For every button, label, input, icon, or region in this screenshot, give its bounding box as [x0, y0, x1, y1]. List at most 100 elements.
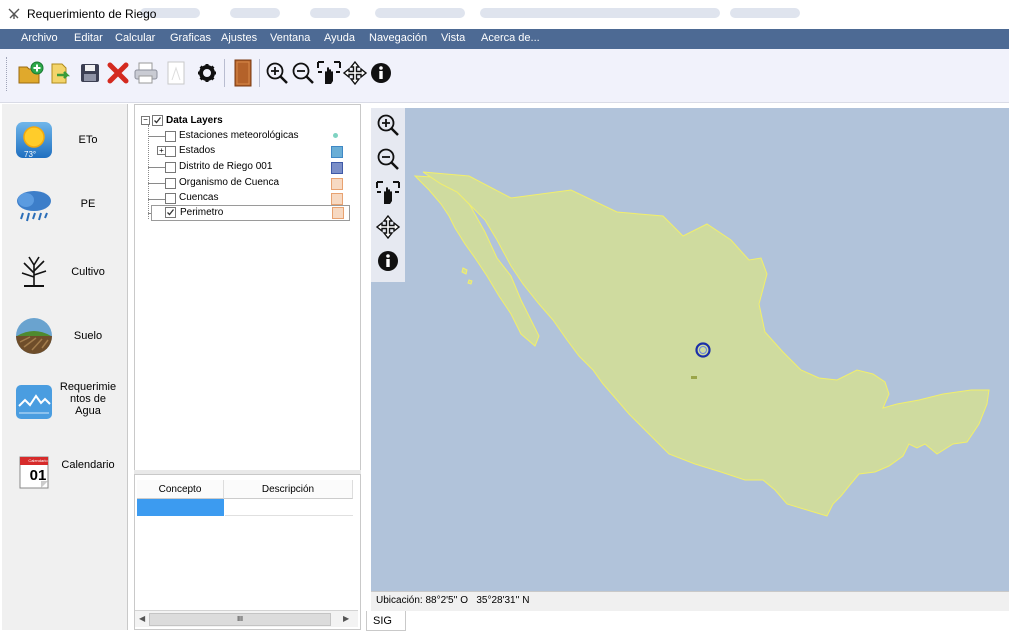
settings-icon[interactable] [193, 58, 221, 88]
sidebar-item-label: PE [80, 198, 96, 210]
open-folder-add-icon[interactable] [17, 58, 45, 88]
map-feature [691, 376, 697, 379]
toolbar-separator [259, 59, 260, 87]
layer-tree-panel: − Data Layers Estaciones meteorológicas … [134, 104, 361, 472]
map-land-island [461, 267, 473, 285]
layer-swatch [331, 146, 343, 158]
column-header-concepto[interactable]: Concepto [137, 480, 224, 499]
attribute-table: Concepto Descripción [134, 474, 361, 630]
toolbar [0, 49, 1009, 103]
layer-root-checkbox[interactable] [152, 115, 163, 126]
layer-checkbox[interactable] [165, 207, 176, 218]
layer-swatch [333, 133, 338, 138]
layer-swatch [331, 162, 343, 174]
layer-swatch [331, 193, 343, 205]
sidebar-item-label: Calendario [61, 459, 115, 471]
layer-item[interactable]: + Estados [157, 145, 355, 160]
menu-graficas[interactable]: Graficas [170, 32, 211, 44]
tree-connector [148, 199, 165, 200]
menu-acerca-de[interactable]: Acerca de... [481, 32, 540, 44]
menu-ajustes[interactable]: Ajustes [221, 32, 257, 44]
tree-connector [148, 136, 165, 137]
layer-item[interactable]: Organismo de Cuenca [165, 177, 355, 192]
module-sidebar: 73° ETo PE Cultivo Suelo Requerimie ntos… [2, 104, 128, 630]
layer-item[interactable]: Distrito de Riego 001 [165, 161, 355, 176]
eto-temperature: 73° [24, 150, 37, 159]
rain-cloud-icon [17, 191, 51, 222]
menu-archivo[interactable]: Archivo [21, 32, 58, 44]
column-header-descripcion[interactable]: Descripción [224, 480, 353, 499]
calendar-day: 01 [29, 467, 47, 484]
print-icon[interactable] [132, 58, 160, 88]
scroll-right-icon[interactable]: ▶ [343, 614, 349, 623]
zoom-out-icon[interactable] [375, 146, 401, 172]
calendar-header: Calendario [28, 458, 48, 463]
sidebar-item-label: Cultivo [71, 266, 105, 278]
layer-swatch [332, 207, 344, 219]
plant-icon [21, 256, 47, 287]
scroll-thumb[interactable]: III [149, 613, 331, 626]
water-chart-icon [16, 385, 52, 419]
layer-checkbox[interactable] [165, 193, 176, 204]
layer-checkbox[interactable] [165, 146, 176, 157]
menu-vista[interactable]: Vista [441, 32, 465, 44]
menu-ayuda[interactable]: Ayuda [324, 32, 355, 44]
map-view[interactable] [371, 108, 1009, 591]
coordinate-readout: Ubicación: 88°2'5'' O 35°28'31'' N [376, 595, 530, 606]
zoom-in-icon[interactable] [263, 58, 291, 88]
blurred-title-area [730, 8, 800, 18]
sidebar-item-requerimientos-agua[interactable]: Requerimie ntos de Agua [2, 370, 127, 432]
sidebar-item-suelo[interactable]: Suelo [2, 304, 127, 366]
toolbar-grip[interactable] [6, 57, 10, 91]
blurred-title-area [230, 8, 280, 18]
menu-ventana[interactable]: Ventana [270, 32, 310, 44]
table-cell[interactable] [225, 499, 353, 516]
menu-editar[interactable]: Editar [74, 32, 103, 44]
sidebar-item-cultivo[interactable]: Cultivo [2, 239, 127, 301]
sidebar-item-calendario[interactable]: Calendario 01 Calendario [2, 440, 127, 502]
delete-icon[interactable] [104, 58, 132, 88]
tree-connector [148, 167, 165, 168]
layer-swatch [331, 178, 343, 190]
zoom-in-icon[interactable] [375, 112, 401, 138]
layer-checkbox[interactable] [165, 131, 176, 142]
toolbar-separator [224, 59, 225, 87]
zoom-extent-icon[interactable] [375, 180, 401, 206]
zoom-out-icon[interactable] [289, 58, 317, 88]
info-icon[interactable] [367, 58, 395, 88]
sidebar-item-pe[interactable]: PE [2, 174, 127, 236]
map-tools-panel [371, 108, 405, 282]
sidebar-item-label: Requerimie ntos de Agua [59, 381, 117, 417]
import-icon[interactable] [47, 58, 75, 88]
menu-navegacion[interactable]: Navegación [369, 32, 427, 44]
book-icon[interactable] [229, 58, 257, 88]
blurred-title-area [375, 8, 465, 18]
layer-label: Perimetro [180, 207, 224, 218]
sidebar-item-eto[interactable]: 73° ETo [2, 108, 127, 170]
collapse-icon[interactable]: − [141, 116, 150, 125]
horizontal-scrollbar[interactable]: ◀ III ▶ [135, 610, 358, 627]
document-icon[interactable] [162, 58, 190, 88]
app-icon [8, 8, 20, 19]
table-cell-selected[interactable] [137, 499, 224, 516]
menu-bar: Archivo Editar Calcular Graficas Ajustes… [0, 29, 1009, 49]
layer-label: Distrito de Riego 001 [179, 161, 273, 172]
menu-calcular[interactable]: Calcular [115, 32, 155, 44]
blurred-title-area [310, 8, 350, 18]
layer-item[interactable]: Estaciones meteorológicas [165, 130, 355, 145]
tree-connector [148, 183, 165, 184]
map-canvas [413, 171, 990, 517]
layer-item-selected[interactable]: Perimetro [151, 205, 350, 221]
pan-icon[interactable] [341, 58, 369, 88]
tree-connector [148, 125, 149, 219]
info-icon[interactable] [375, 248, 401, 274]
save-icon[interactable] [76, 58, 104, 88]
zoom-extent-icon[interactable] [315, 58, 343, 88]
layer-checkbox[interactable] [165, 162, 176, 173]
pan-icon[interactable] [375, 214, 401, 240]
window-title: Requerimiento de Riego [27, 7, 157, 21]
layer-label: Estados [179, 145, 216, 156]
scroll-left-icon[interactable]: ◀ [139, 614, 145, 623]
layer-checkbox[interactable] [165, 178, 176, 189]
blurred-title-area [480, 8, 720, 18]
